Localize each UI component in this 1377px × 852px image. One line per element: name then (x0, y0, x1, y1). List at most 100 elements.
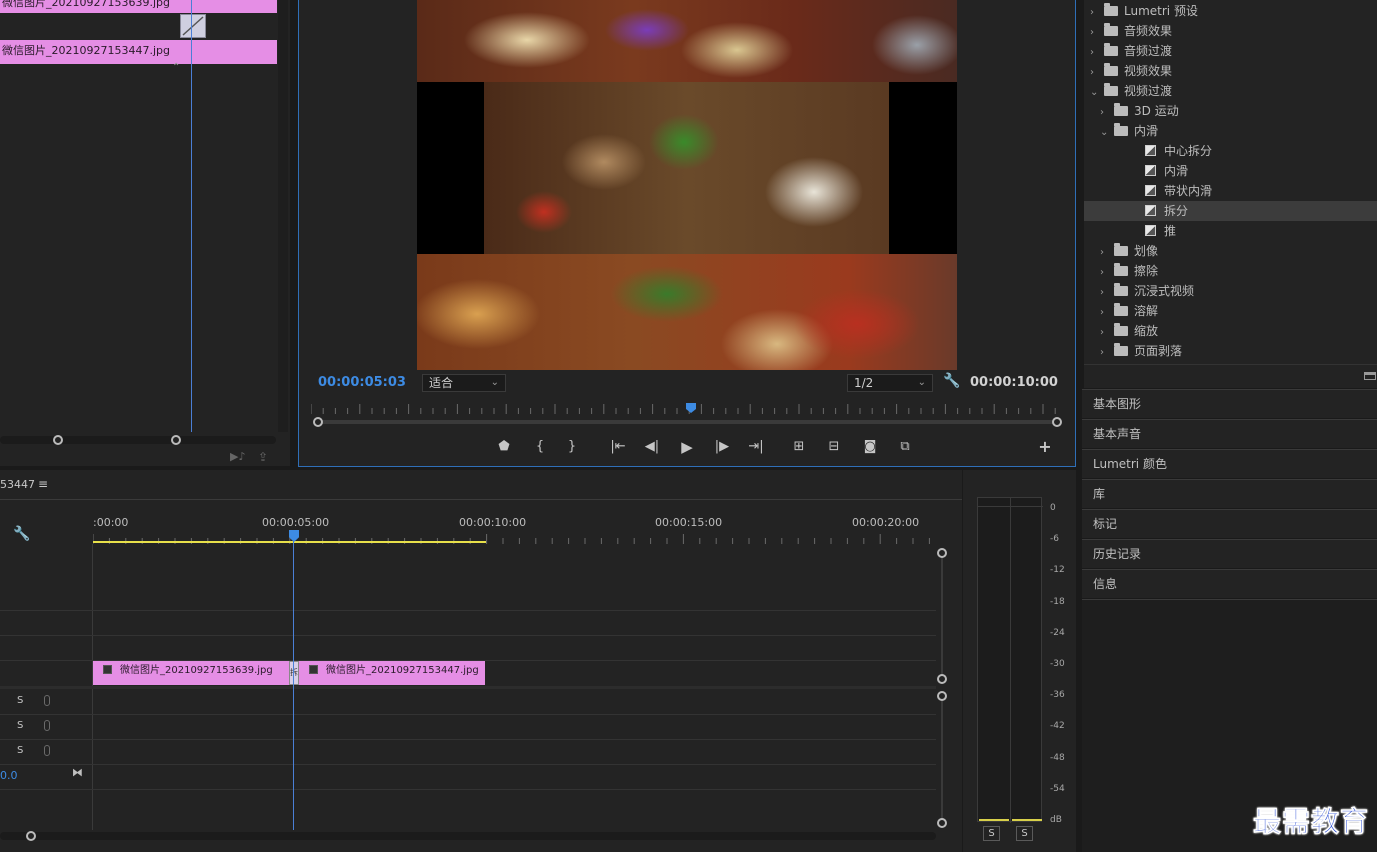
effects-item-9[interactable]: 带状内滑 (1084, 181, 1377, 201)
camera-icon[interactable]: ◙ (860, 437, 880, 457)
timeline-horizontal-scrollbar[interactable] (0, 832, 936, 840)
timeline-panel: 53447 ≡ 🔧 :00:00 00:00:05:00 00:00:10:00… (0, 470, 962, 852)
microphone-icon[interactable] (44, 695, 50, 706)
current-timecode[interactable]: 00:00:05:03 (318, 375, 406, 390)
video-scroll-handle-top[interactable] (937, 548, 947, 558)
panel-history[interactable]: 历史记录 (1082, 539, 1377, 568)
zoom-bar-handle-right[interactable] (1052, 417, 1062, 427)
video-track-scrollbar[interactable] (941, 552, 943, 680)
play-icon[interactable]: ▶ (677, 437, 697, 457)
panel-lumetri-color[interactable]: Lumetri 颜色 (1082, 449, 1377, 478)
mark-out-icon[interactable]: } (562, 437, 582, 457)
source-clip-top[interactable]: 微信图片_20210927153639.jpg (0, 0, 277, 13)
audio-solo-a3[interactable]: S (17, 745, 23, 756)
effects-item-8[interactable]: 内滑 (1084, 161, 1377, 181)
effects-item-1[interactable]: › 音频效果 (1084, 21, 1377, 41)
panel-info[interactable]: 信息 (1082, 569, 1377, 598)
timeline-scroll-handle[interactable] (26, 831, 36, 841)
effects-item-4[interactable]: ⌄ 视频过渡 (1084, 81, 1377, 101)
mark-in-icon[interactable]: { (530, 437, 550, 457)
effects-item-7[interactable]: 中心拆分 (1084, 141, 1377, 161)
ruler-label-0: :00:00 (93, 516, 129, 529)
effects-item-16[interactable]: › 缩放 (1084, 321, 1377, 341)
effects-item-12[interactable]: › 划像 (1084, 241, 1377, 261)
chevron-right-icon[interactable]: › (1100, 243, 1110, 263)
panel-markers[interactable]: 标记 (1082, 509, 1377, 538)
hamburger-menu-icon[interactable]: ≡ (38, 477, 48, 491)
source-scroll-handle-right[interactable] (171, 435, 181, 445)
audio-solo-a1[interactable]: S (17, 695, 23, 706)
program-time-ruler[interactable] (310, 402, 1059, 414)
export-icon[interactable]: ⇪ (258, 450, 268, 464)
go-to-in-icon[interactable]: |⇤ (608, 437, 628, 457)
chevron-down-icon[interactable]: ⌄ (1100, 123, 1110, 143)
compare-view-icon[interactable]: ⧉ (895, 437, 915, 457)
step-back-icon[interactable]: ◀| (642, 437, 662, 457)
effects-item-13[interactable]: › 擦除 (1084, 261, 1377, 281)
effects-item-17[interactable]: › 页面剥落 (1084, 341, 1377, 361)
step-forward-icon[interactable]: |▶ (712, 437, 732, 457)
extract-icon[interactable]: ⊟ (824, 437, 844, 457)
timeline-clip-b[interactable]: 微信图片_20210927153447.jpg (299, 661, 485, 685)
meter-solo-right[interactable]: S (1016, 826, 1033, 841)
chevron-right-icon[interactable]: › (1090, 43, 1100, 63)
audio-solo-a2[interactable]: S (17, 720, 23, 731)
go-to-out-icon[interactable]: ⇥| (746, 437, 766, 457)
panel-libraries[interactable]: 库 (1082, 479, 1377, 508)
timeline-clip-a[interactable]: 微信图片_20210927153639.jpg (93, 661, 289, 685)
effects-item-3[interactable]: › 视频效果 (1084, 61, 1377, 81)
source-horizontal-scrollbar[interactable] (0, 436, 276, 444)
timeline-settings-wrench-icon[interactable]: 🔧 (13, 526, 30, 542)
chevron-right-icon[interactable]: › (1090, 63, 1100, 83)
insert-icon[interactable]: ▶♪ (230, 450, 245, 463)
add-button-icon[interactable]: + (1035, 437, 1055, 457)
source-clip-bottom[interactable]: 微信图片_20210927153447.jpg (0, 40, 277, 64)
chevron-right-icon[interactable]: › (1100, 283, 1110, 303)
microphone-icon[interactable] (44, 720, 50, 731)
source-vertical-scrollbar[interactable] (278, 0, 288, 432)
effects-item-label: 缩放 (1134, 324, 1159, 338)
chevron-right-icon[interactable]: › (1100, 343, 1110, 363)
work-area-bar[interactable] (93, 541, 486, 543)
hourglass-icon[interactable]: ⧓ (72, 766, 83, 779)
program-zoom-bar[interactable] (317, 420, 1058, 424)
panel-essential-sound[interactable]: 基本声音 (1082, 419, 1377, 448)
audio-scroll-handle-top[interactable] (937, 691, 947, 701)
effects-item-10[interactable]: 拆分 (1084, 201, 1377, 221)
zoom-dropdown[interactable]: 适合 ⌄ (422, 374, 506, 392)
chevron-down-icon[interactable]: ⌄ (1090, 83, 1100, 103)
effects-item-5[interactable]: › 3D 运动 (1084, 101, 1377, 121)
chevron-right-icon[interactable]: › (1100, 263, 1110, 283)
chevron-right-icon[interactable]: › (1090, 3, 1100, 23)
video-scroll-handle-bottom[interactable] (937, 674, 947, 684)
effects-item-14[interactable]: › 沉浸式视频 (1084, 281, 1377, 301)
effects-item-6[interactable]: ⌄ 内滑 (1084, 121, 1377, 141)
lift-icon[interactable]: ⊞ (789, 437, 809, 457)
video-audio-divider (0, 686, 936, 689)
microphone-icon[interactable] (44, 745, 50, 756)
db-label: -24 (1050, 627, 1065, 638)
effects-item-0[interactable]: › Lumetri 预设 (1084, 1, 1377, 21)
transition-marker[interactable]: 拆 (289, 661, 299, 685)
resolution-dropdown[interactable]: 1/2 ⌄ (847, 374, 933, 392)
panel-essential-graphics[interactable]: 基本图形 (1082, 389, 1377, 418)
new-bin-icon[interactable] (1364, 372, 1376, 380)
chevron-right-icon[interactable]: › (1100, 103, 1110, 123)
chevron-right-icon[interactable]: › (1090, 23, 1100, 43)
chevron-right-icon[interactable]: › (1100, 323, 1110, 343)
meter-solo-left[interactable]: S (983, 826, 1000, 841)
sequence-tab-label[interactable]: 53447 (0, 478, 35, 491)
wrench-icon[interactable]: 🔧 (943, 373, 960, 389)
effects-item-11[interactable]: 推 (1084, 221, 1377, 241)
source-scroll-handle-left[interactable] (53, 435, 63, 445)
chevron-right-icon[interactable]: › (1100, 303, 1110, 323)
meter-channel-divider (1010, 498, 1011, 823)
source-transition-icon[interactable] (180, 14, 206, 38)
audio-scroll-handle-bottom[interactable] (937, 818, 947, 828)
effects-item-2[interactable]: › 音频过渡 (1084, 41, 1377, 61)
effects-item-15[interactable]: › 溶解 (1084, 301, 1377, 321)
audio-track-scrollbar[interactable] (941, 696, 943, 822)
master-volume-value[interactable]: 0.0 (0, 769, 18, 782)
add-marker-icon[interactable]: ⬟ (494, 437, 514, 457)
zoom-bar-handle-left[interactable] (313, 417, 323, 427)
